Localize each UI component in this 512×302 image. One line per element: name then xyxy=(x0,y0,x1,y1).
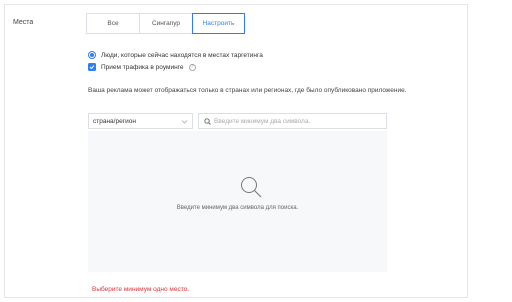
location-tabs: Все Сингапур Настроить xyxy=(86,13,245,34)
results-panel: Введите минимум два символа для поиска. xyxy=(88,131,387,272)
roaming-checkbox-label: Прием трафика в роуминге xyxy=(101,63,184,71)
search-box[interactable] xyxy=(198,113,387,129)
targeting-radio-label: Люди, которые сейчас находятся в местах … xyxy=(101,51,263,59)
chevron-down-icon xyxy=(181,120,188,124)
empty-state-text: Введите минимум два символа для поиска. xyxy=(176,205,299,211)
empty-search-icon xyxy=(241,177,262,198)
tab-custom[interactable]: Настроить xyxy=(192,13,245,34)
help-icon[interactable]: ? xyxy=(188,63,196,71)
check-icon xyxy=(89,65,95,70)
info-text: Ваша реклама может отображаться только в… xyxy=(88,87,407,94)
tab-all[interactable]: Все xyxy=(86,13,140,34)
error-message: Выберите минимум одно место. xyxy=(92,286,190,293)
targeting-radio-row[interactable]: Люди, которые сейчас находятся в местах … xyxy=(88,51,263,59)
tab-singapore[interactable]: Сингапур xyxy=(139,13,193,34)
region-select-value: страна/регион xyxy=(93,117,136,125)
targeting-radio[interactable] xyxy=(88,51,96,59)
search-input[interactable] xyxy=(211,117,381,125)
places-card: Места Все Сингапур Настроить Люди, котор… xyxy=(4,4,468,298)
section-label: Места xyxy=(13,19,34,26)
search-icon xyxy=(204,117,211,125)
roaming-checkbox[interactable] xyxy=(88,63,96,71)
region-select[interactable]: страна/регион xyxy=(88,113,193,129)
roaming-checkbox-row[interactable]: Прием трафика в роуминге ? xyxy=(88,63,196,71)
